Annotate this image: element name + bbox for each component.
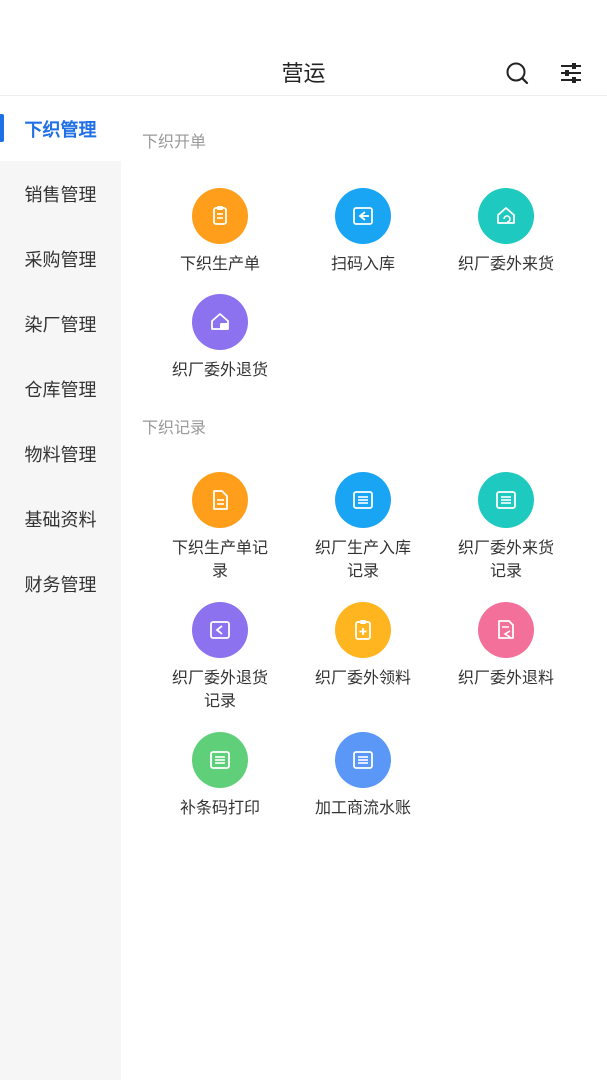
menu-tile-label: 下织生产单 — [179, 254, 260, 273]
sidebar-item-label: 基础资料 — [24, 510, 97, 531]
clipboard-icon — [192, 188, 248, 244]
menu-tile[interactable]: 织厂委外退货 — [149, 294, 291, 381]
house-refund-icon — [192, 294, 248, 350]
menu-tile-label: 织厂生产入库 记录 — [314, 538, 411, 580]
sidebar-item[interactable]: 物料管理 — [0, 421, 121, 486]
sidebar-item-label: 下织管理 — [24, 120, 97, 141]
house-return-icon — [478, 188, 534, 244]
menu-tile[interactable]: 织厂委外领料 — [292, 602, 434, 689]
sidebar-item[interactable]: 基础资料 — [0, 486, 121, 551]
menu-tile-label: 织厂委外退料 — [457, 668, 554, 687]
sidebar-item[interactable]: 下织管理 — [0, 96, 121, 161]
menu-tile-label: 织厂委外领料 — [314, 668, 411, 687]
header: 营运 — [0, 0, 607, 96]
clipboard-plus-icon — [335, 602, 391, 658]
menu-tile-label: 织厂委外来货 — [457, 254, 554, 273]
menu-tile[interactable]: 扫码入库 — [292, 188, 434, 275]
sidebar-item-label: 销售管理 — [24, 185, 97, 206]
section-title: 下织开单 — [142, 132, 207, 151]
menu-tile[interactable]: 下织生产单 — [149, 188, 291, 275]
menu-tile[interactable]: 加工商流水账 — [292, 732, 434, 819]
document-icon — [192, 472, 248, 528]
sidebar-item-label: 财务管理 — [24, 575, 97, 596]
sidebar-item-label: 物料管理 — [24, 445, 97, 466]
menu-tile[interactable]: 织厂委外来货 — [435, 188, 577, 275]
list-icon — [335, 472, 391, 528]
section-title: 下织记录 — [142, 418, 207, 437]
sidebar-item[interactable]: 销售管理 — [0, 161, 121, 226]
menu-tile-label: 扫码入库 — [330, 254, 395, 273]
document-return-icon — [478, 602, 534, 658]
menu-tile-label: 下织生产单记 录 — [171, 538, 268, 580]
menu-tile-label: 织厂委外退货 — [171, 360, 268, 379]
return-icon — [192, 602, 248, 658]
sidebar-item-label: 仓库管理 — [24, 380, 97, 401]
menu-tile[interactable]: 织厂生产入库 记录 — [292, 472, 434, 582]
search-icon[interactable] — [504, 60, 530, 86]
sidebar-item[interactable]: 染厂管理 — [0, 291, 121, 356]
menu-tile[interactable]: 织厂委外退货 记录 — [149, 602, 291, 712]
menu-tile[interactable]: 补条码打印 — [149, 732, 291, 819]
list-icon — [192, 732, 248, 788]
sidebar: 下织管理销售管理采购管理染厂管理仓库管理物料管理基础资料财务管理 — [0, 96, 121, 1080]
sidebar-item-label: 染厂管理 — [24, 315, 97, 336]
menu-tile-label: 织厂委外退货 记录 — [171, 668, 268, 710]
menu-tile[interactable]: 织厂委外退料 — [435, 602, 577, 689]
main-content: 下织开单下织生产单 扫码入库 织厂委外来货织厂委外退货下织记录下织生产单记 录 织厂生… — [121, 96, 607, 1080]
sidebar-item[interactable]: 财务管理 — [0, 551, 121, 616]
scan-in-icon — [335, 188, 391, 244]
menu-tile-label: 织厂委外来货 记录 — [457, 538, 554, 580]
menu-tile[interactable]: 下织生产单记 录 — [149, 472, 291, 582]
sidebar-item-label: 采购管理 — [24, 250, 97, 271]
list-icon — [478, 472, 534, 528]
sidebar-item[interactable]: 仓库管理 — [0, 356, 121, 421]
menu-tile-label: 加工商流水账 — [314, 798, 411, 817]
menu-tile-label: 补条码打印 — [179, 798, 260, 817]
sidebar-item[interactable]: 采购管理 — [0, 226, 121, 291]
menu-tile[interactable]: 织厂委外来货 记录 — [435, 472, 577, 582]
list-icon — [335, 732, 391, 788]
filter-sliders-icon[interactable] — [558, 60, 584, 86]
